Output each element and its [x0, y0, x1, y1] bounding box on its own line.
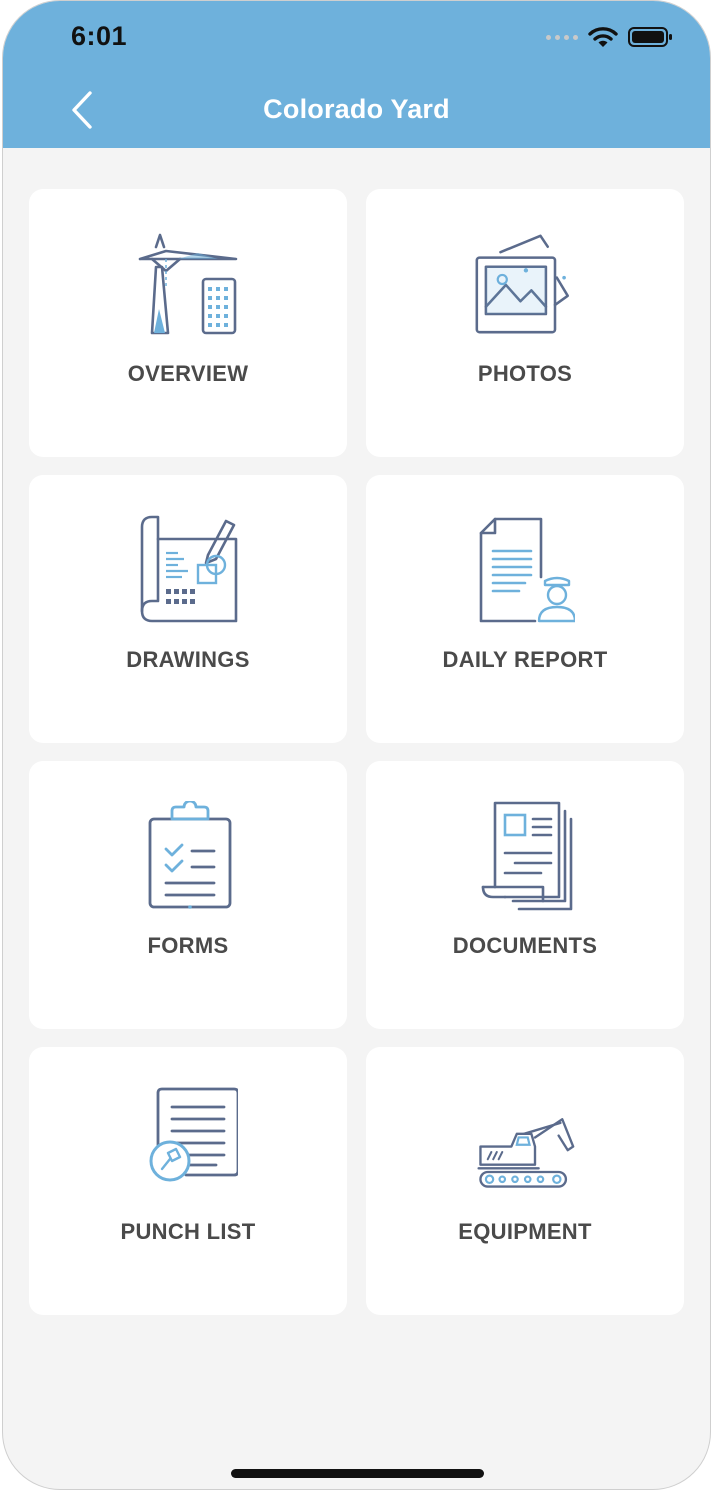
drawings-tile[interactable]: DRAWINGS: [29, 475, 347, 743]
status-time: 6:01: [71, 21, 128, 51]
tower-crane-icon: [138, 233, 238, 335]
photos-tile[interactable]: PHOTOS: [366, 189, 684, 457]
forms-tile[interactable]: FORMS: [29, 761, 347, 1029]
punch-list-icon: [149, 1087, 238, 1182]
documents-icon: [481, 801, 573, 911]
home-indicator[interactable]: [231, 1469, 484, 1478]
equipment-tile[interactable]: EQUIPMENT: [366, 1047, 684, 1315]
daily-report-tile[interactable]: DAILY REPORT: [366, 475, 684, 743]
daily-report-label: DAILY REPORT: [442, 647, 608, 672]
drawings-label: DRAWINGS: [126, 647, 250, 672]
nav-header: 6:01 Colorado Yard: [3, 1, 710, 148]
battery-icon: [628, 27, 672, 47]
blueprint-icon: [140, 515, 238, 623]
status-indicators: [546, 26, 674, 48]
cellular-signal-icon: [546, 34, 578, 40]
overview-tile[interactable]: OVERVIEW: [29, 189, 347, 457]
photos-icon: [475, 234, 569, 334]
equipment-label: EQUIPMENT: [458, 1219, 592, 1244]
wifi-icon: [588, 27, 618, 47]
documents-label: DOCUMENTS: [452, 933, 598, 958]
clipboard-checklist-icon: [148, 801, 232, 909]
forms-label: FORMS: [147, 933, 229, 958]
punch-list-label: PUNCH LIST: [120, 1219, 256, 1244]
documents-tile[interactable]: DOCUMENTS: [366, 761, 684, 1029]
daily-report-icon: [479, 517, 575, 623]
phone-screen: 6:01 Colorado Yard OVERVIEW PHOTOS DRAWI…: [2, 0, 711, 1490]
overview-label: OVERVIEW: [127, 361, 249, 386]
photos-label: PHOTOS: [477, 361, 573, 386]
page-title: Colorado Yard: [263, 94, 450, 124]
punch-list-tile[interactable]: PUNCH LIST: [29, 1047, 347, 1315]
excavator-icon: [477, 1118, 575, 1188]
